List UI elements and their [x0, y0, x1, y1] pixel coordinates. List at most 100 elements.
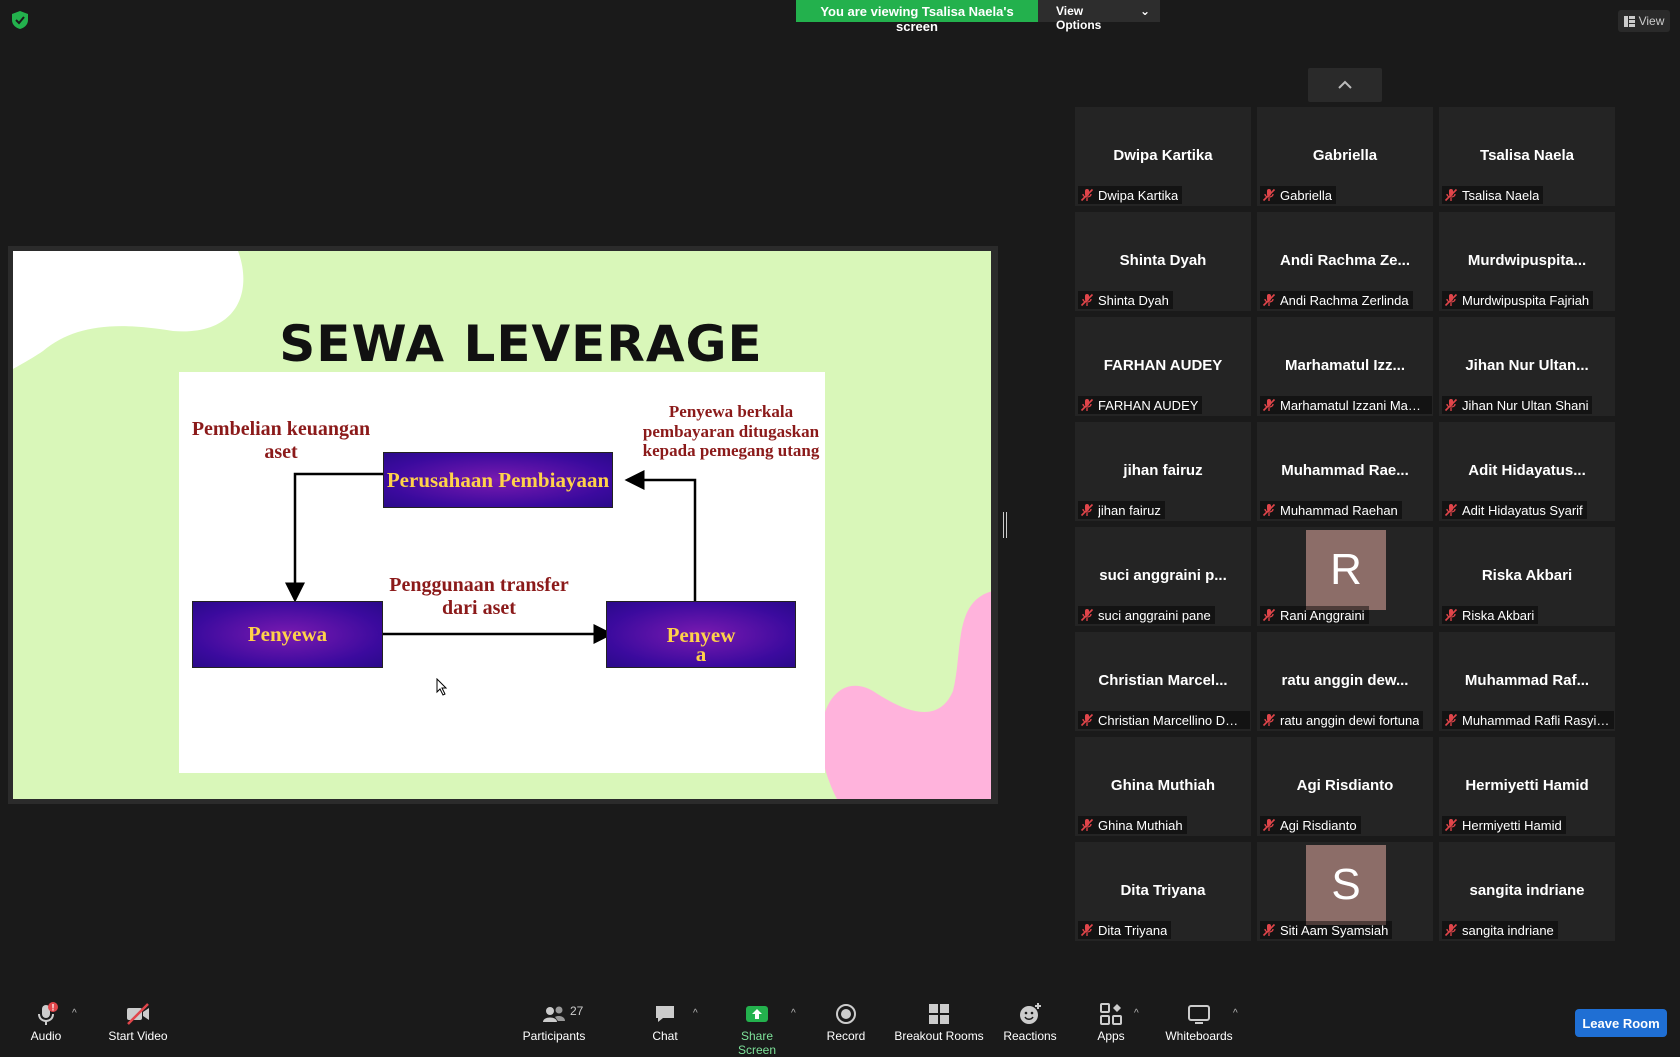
breakout-rooms-button[interactable]: Breakout Rooms: [893, 1002, 985, 1043]
participant-name-text: sangita indriane: [1462, 922, 1554, 938]
muted-mic-icon: [1262, 188, 1276, 202]
participant-tile[interactable]: Christian Marcel... Christian Marcellino …: [1075, 632, 1251, 731]
start-video-button[interactable]: Start Video: [106, 1002, 170, 1043]
viewing-status-text: You are viewing Tsalisa Naela's screen: [796, 0, 1038, 34]
chat-icon: [656, 1006, 674, 1022]
chat-options-caret[interactable]: ^: [693, 1008, 698, 1019]
participant-tile[interactable]: Dita Triyana Dita Triyana: [1075, 842, 1251, 941]
participant-tile[interactable]: Jihan Nur Ultan... Jihan Nur Ultan Shani: [1439, 317, 1615, 416]
share-screen-label: Share Screen: [737, 1029, 777, 1057]
view-layout-button[interactable]: View: [1618, 10, 1670, 32]
participant-name-label: suci anggraini pane: [1078, 606, 1215, 624]
record-button[interactable]: Record: [826, 1002, 866, 1043]
participant-tile[interactable]: Agi Risdianto Agi Risdianto: [1257, 737, 1433, 836]
participant-name-text: Siti Aam Syamsiah: [1280, 922, 1389, 938]
participant-display-name: suci anggraini p...: [1099, 567, 1227, 584]
share-screen-button[interactable]: Share Screen: [721, 1002, 793, 1057]
participant-tile[interactable]: Muhammad Rae... Muhammad Raehan: [1257, 422, 1433, 521]
participant-tile[interactable]: Marhamatul Izz... Marhamatul Izzani Mauli…: [1257, 317, 1433, 416]
muted-mic-icon: [1444, 608, 1458, 622]
muted-mic-icon: [1444, 398, 1458, 412]
participant-tile[interactable]: sangita indriane sangita indriane: [1439, 842, 1615, 941]
security-shield-icon[interactable]: [10, 10, 30, 30]
participant-tile[interactable]: Muhammad Raf... Muhammad Rafli Rasyidin: [1439, 632, 1615, 731]
participant-tile[interactable]: Ghina Muthiah Ghina Muthiah: [1075, 737, 1251, 836]
participant-tile[interactable]: Gabriella Gabriella: [1257, 107, 1433, 206]
box-financing-company: Perusahaan Pembiayaan: [383, 452, 613, 508]
muted-mic-icon: [1080, 503, 1094, 517]
participant-tile[interactable]: Shinta Dyah Shinta Dyah: [1075, 212, 1251, 311]
whiteboards-options-caret[interactable]: ^: [1233, 1008, 1238, 1019]
reactions-icon: [1020, 1003, 1041, 1024]
participant-display-name: Marhamatul Izz...: [1284, 357, 1406, 374]
participant-tile[interactable]: ratu anggin dew... ratu anggin dewi fortu…: [1257, 632, 1433, 731]
participant-name-label: Marhamatul Izzani Mauli...: [1260, 396, 1432, 414]
apps-icon: [1100, 1003, 1122, 1025]
muted-mic-icon: [1444, 188, 1458, 202]
participant-tile[interactable]: Adit Hidayatus... Adit Hidayatus Syarif: [1439, 422, 1615, 521]
participant-tile[interactable]: Hermiyetti Hamid Hermiyetti Hamid: [1439, 737, 1615, 836]
participant-tile[interactable]: FARHAN AUDEY FARHAN AUDEY: [1075, 317, 1251, 416]
presentation-slide[interactable]: SEWA LEVERAGE Pembelian keuangan aset Pe…: [13, 251, 991, 799]
view-options-label: View Options: [1056, 4, 1102, 32]
participant-display-name: Dita Triyana: [1120, 882, 1206, 899]
muted-mic-icon: [1262, 503, 1276, 517]
participant-tile[interactable]: S Siti Aam Syamsiah: [1257, 842, 1433, 941]
view-options-button[interactable]: View Options ⌄: [1038, 0, 1160, 32]
leave-room-button[interactable]: Leave Room: [1575, 1009, 1667, 1037]
view-label: View: [1638, 14, 1665, 28]
participant-name-text: Gabriella: [1280, 187, 1333, 203]
participant-tile[interactable]: Andi Rachma Ze... Andi Rachma Zerlinda: [1257, 212, 1433, 311]
box-financing-company-text: Perusahaan Pembiayaan: [386, 468, 610, 492]
chat-label: Chat: [652, 1029, 678, 1043]
participant-name-text: jihan fairuz: [1098, 502, 1161, 518]
participant-display-name: jihan fairuz: [1123, 462, 1203, 479]
apps-button[interactable]: Apps: [1096, 1002, 1126, 1043]
muted-mic-icon: [1262, 293, 1276, 307]
breakout-rooms-label: Breakout Rooms: [894, 1029, 984, 1043]
participant-display-name: Muhammad Raf...: [1464, 672, 1590, 689]
muted-mic-icon: [1262, 818, 1276, 832]
participant-display-name: Dwipa Kartika: [1113, 147, 1213, 164]
video-off-icon: [127, 1003, 149, 1025]
reactions-button[interactable]: Reactions: [1002, 1002, 1058, 1043]
record-icon: [836, 1004, 856, 1024]
participant-name-text: Dita Triyana: [1098, 922, 1168, 938]
participant-name-text: Dwipa Kartika: [1098, 187, 1179, 203]
whiteboards-button[interactable]: Whiteboards: [1164, 1002, 1234, 1043]
layout-icon: [1623, 15, 1635, 27]
participant-name-text: Marhamatul Izzani Mauli...: [1280, 397, 1428, 413]
viewing-banner: You are viewing Tsalisa Naela's screen V…: [796, 0, 1160, 34]
splitter-drag-handle[interactable]: [1003, 512, 1007, 538]
participant-tile[interactable]: R Rani Anggraini: [1257, 527, 1433, 626]
participant-name-label: Agi Risdianto: [1260, 816, 1361, 834]
participant-name-text: Christian Marcellino Dwi...: [1098, 712, 1246, 728]
participant-name-label: ratu anggin dewi fortuna: [1260, 711, 1424, 729]
reactions-label: Reactions: [1003, 1029, 1057, 1043]
audio-options-caret[interactable]: ^: [72, 1008, 77, 1019]
participant-tile[interactable]: Tsalisa Naela Tsalisa Naela: [1439, 107, 1615, 206]
box-lessee-left-text: Penyewa: [247, 622, 328, 646]
muted-mic-icon: [1444, 713, 1458, 727]
participant-tile[interactable]: suci anggraini p... suci anggraini pane: [1075, 527, 1251, 626]
whiteboard-icon: [1188, 1005, 1210, 1024]
participant-tile[interactable]: Dwipa Kartika Dwipa Kartika: [1075, 107, 1251, 206]
mouse-cursor-icon: [436, 678, 448, 696]
participant-avatar: R: [1306, 530, 1386, 610]
share-options-caret[interactable]: ^: [791, 1008, 796, 1019]
audio-button[interactable]: ! Audio: [28, 1002, 64, 1043]
apps-options-caret[interactable]: ^: [1134, 1008, 1139, 1019]
participant-name-label: Andi Rachma Zerlinda: [1260, 291, 1413, 309]
participant-tile[interactable]: jihan fairuz jihan fairuz: [1075, 422, 1251, 521]
muted-mic-icon: [1444, 293, 1458, 307]
participant-tile[interactable]: Murdwipuspita... Murdwipuspita Fajriah: [1439, 212, 1615, 311]
participant-tile[interactable]: Riska Akbari Riska Akbari: [1439, 527, 1615, 626]
muted-mic-icon: [1080, 818, 1094, 832]
participant-display-name: Andi Rachma Ze...: [1279, 252, 1411, 269]
chat-button[interactable]: Chat: [650, 1002, 680, 1043]
participant-name-label: Siti Aam Syamsiah: [1260, 921, 1393, 939]
participant-name-label: Adit Hidayatus Syarif: [1442, 501, 1587, 519]
apps-label: Apps: [1097, 1029, 1125, 1043]
participants-label: Participants: [522, 1029, 586, 1043]
gallery-scroll-up-button[interactable]: [1308, 68, 1382, 102]
